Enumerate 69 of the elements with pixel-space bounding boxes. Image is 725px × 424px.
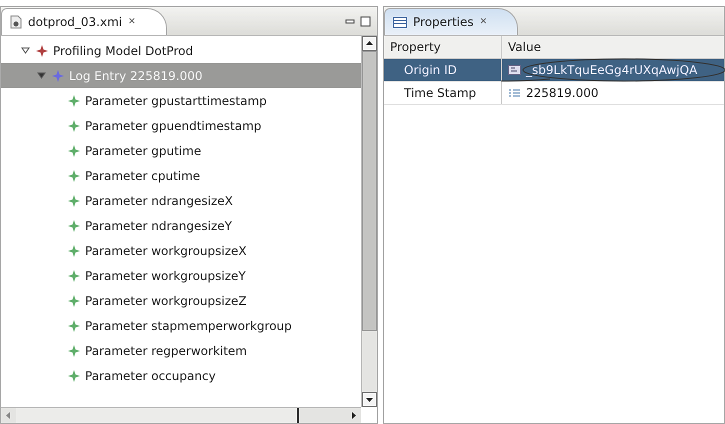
tree-item[interactable]: Profiling Model DotProd xyxy=(1,38,361,63)
table-icon xyxy=(393,16,407,28)
expand-arrow-icon[interactable] xyxy=(20,46,30,55)
node-icon xyxy=(68,320,80,332)
node-icon xyxy=(68,270,80,282)
tree-label: Parameter gpustarttimestamp xyxy=(85,94,267,108)
node-icon xyxy=(68,120,80,132)
editor-tab[interactable]: dotprod_03.xmi ✕ xyxy=(1,8,167,35)
list-icon xyxy=(508,88,521,98)
tree-label: Parameter ndrangesizeX xyxy=(85,194,233,208)
node-icon xyxy=(68,194,80,206)
close-icon[interactable]: ✕ xyxy=(128,17,136,27)
tree-item[interactable]: Parameter gputime xyxy=(1,138,361,163)
tree-label: Parameter workgroupsizeX xyxy=(85,244,247,258)
tab-label: Properties xyxy=(413,15,474,29)
node-icon xyxy=(68,294,80,306)
tree-label: Log Entry 225819.000 xyxy=(69,68,203,82)
node-icon xyxy=(68,220,80,232)
expand-arrow-icon[interactable] xyxy=(36,71,46,80)
tree-label: Parameter stapmemperworkgroup xyxy=(85,318,292,332)
tree-item[interactable]: Parameter workgroupsizeZ xyxy=(1,288,361,313)
maximize-icon[interactable] xyxy=(360,16,371,27)
node-icon xyxy=(52,70,64,82)
horizontal-scrollbar[interactable] xyxy=(1,407,361,423)
tree-label: Parameter workgroupsizeZ xyxy=(85,294,247,308)
scroll-thumb[interactable] xyxy=(362,51,377,331)
close-icon[interactable]: ✕ xyxy=(480,17,488,27)
node-icon xyxy=(68,170,80,182)
node-icon xyxy=(68,370,80,382)
scroll-thumb[interactable] xyxy=(16,408,298,423)
property-value: _sb9LkTquEeGg4rUXqAwjQA xyxy=(526,63,698,77)
node-icon xyxy=(68,244,80,256)
properties-tab[interactable]: Properties ✕ xyxy=(384,8,518,35)
tree-item[interactable]: Parameter gpuendtimestamp xyxy=(1,113,361,138)
tree-item[interactable]: Parameter stapmemperworkgroup xyxy=(1,313,361,338)
tree-label: Parameter workgroupsizeY xyxy=(85,268,246,282)
minimize-icon[interactable] xyxy=(345,18,355,24)
tree-label: Parameter occupancy xyxy=(85,368,216,382)
column-header[interactable]: Value xyxy=(502,36,724,58)
tab-label: dotprod_03.xmi xyxy=(28,15,122,29)
tree-label: Parameter gpuendtimestamp xyxy=(85,118,262,132)
column-header[interactable]: Property xyxy=(384,36,502,58)
tree-label: Parameter regperworkitem xyxy=(85,344,247,358)
tree-item[interactable]: Parameter workgroupsizeY xyxy=(1,263,361,288)
tree-item[interactable]: Parameter gpustarttimestamp xyxy=(1,88,361,113)
node-icon xyxy=(68,344,80,356)
file-icon xyxy=(10,15,22,29)
node-icon xyxy=(68,94,80,106)
property-row[interactable]: Time Stamp 225819.000 xyxy=(384,82,724,105)
node-icon xyxy=(36,44,48,56)
scroll-down-icon[interactable] xyxy=(362,392,377,407)
tree-label: Parameter gputime xyxy=(85,144,202,158)
id-icon xyxy=(508,65,521,75)
property-value: 225819.000 xyxy=(526,86,599,100)
property-name: Time Stamp xyxy=(404,86,476,100)
vertical-scrollbar[interactable] xyxy=(361,36,377,407)
tree-label: Profiling Model DotProd xyxy=(53,44,194,58)
tree-item[interactable]: Parameter ndrangesizeY xyxy=(1,213,361,238)
property-name: Origin ID xyxy=(404,63,457,77)
tree-item[interactable]: Parameter occupancy xyxy=(1,363,361,388)
tree-item[interactable]: Parameter ndrangesizeX xyxy=(1,188,361,213)
node-icon xyxy=(68,144,80,156)
tree-item[interactable]: Parameter workgroupsizeX xyxy=(1,238,361,263)
tree-item[interactable]: Parameter regperworkitem xyxy=(1,338,361,363)
tree-label: Parameter ndrangesizeY xyxy=(85,218,232,232)
scroll-up-icon[interactable] xyxy=(362,36,377,51)
tree-item[interactable]: Parameter cputime xyxy=(1,163,361,188)
property-row[interactable]: Origin ID _sb9LkTquEeGg4rUXqAwjQA xyxy=(384,59,724,82)
tree-label: Parameter cputime xyxy=(85,168,200,182)
